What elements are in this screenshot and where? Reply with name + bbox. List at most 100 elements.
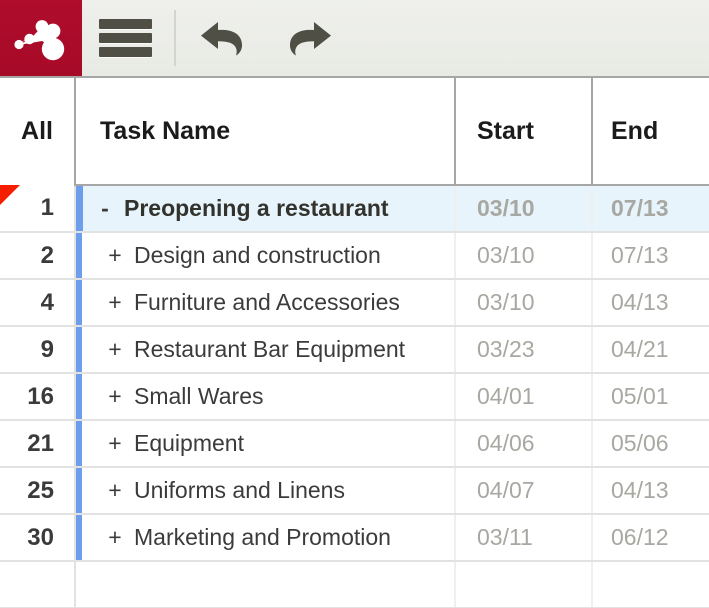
table-row[interactable]: 9 + Restaurant Bar Equipment 03/23 04/21: [0, 326, 709, 374]
row-number-cell[interactable]: 30: [0, 514, 76, 562]
end-date-cell[interactable]: 05/01: [592, 373, 709, 421]
row-indicator-bar: [76, 186, 83, 231]
start-date-cell[interactable]: 04/07: [455, 467, 593, 515]
task-name-content: + Design and construction: [76, 233, 454, 278]
redo-icon: [289, 22, 331, 56]
task-name-label: Marketing and Promotion: [134, 524, 391, 550]
task-name-cell[interactable]: + Restaurant Bar Equipment: [75, 326, 456, 374]
menu-button[interactable]: [82, 0, 168, 76]
end-date-cell[interactable]: 06/12: [592, 514, 709, 562]
task-name-content: + Furniture and Accessories: [76, 280, 454, 325]
column-header-task-name[interactable]: Task Name: [75, 78, 456, 186]
end-date-cell: [592, 561, 709, 608]
start-date-cell[interactable]: 04/01: [455, 373, 593, 421]
end-date-cell[interactable]: 04/21: [592, 326, 709, 374]
row-number-cell[interactable]: 2: [0, 232, 76, 280]
row-number-label: 1: [40, 194, 54, 221]
task-table: All Task Name Start End 1 - Preopening a r…: [0, 78, 709, 608]
start-date-cell[interactable]: 03/11: [455, 514, 593, 562]
start-date-cell: [455, 561, 593, 608]
task-name-label: Preopening a restaurant: [124, 195, 389, 221]
expand-toggle-icon[interactable]: +: [104, 477, 126, 504]
expand-toggle-icon[interactable]: +: [104, 524, 126, 551]
row-number-cell[interactable]: 9: [0, 326, 76, 374]
toolbar-actions: [82, 0, 709, 76]
header-row: All Task Name Start End: [0, 78, 709, 186]
column-header-all[interactable]: All: [0, 78, 76, 185]
table-row[interactable]: 25 + Uniforms and Linens 04/07 04/13: [0, 467, 709, 515]
task-name-cell[interactable]: + Furniture and Accessories: [75, 279, 456, 327]
undo-button[interactable]: [182, 0, 266, 76]
table-row[interactable]: 30 + Marketing and Promotion 03/11 06/12: [0, 514, 709, 562]
task-name-cell[interactable]: + Design and construction: [75, 232, 456, 280]
task-name-cell: [75, 561, 456, 608]
start-date-cell[interactable]: 04/06: [455, 420, 593, 468]
table-header: All Task Name Start End: [0, 78, 709, 186]
start-date-cell[interactable]: 03/10: [455, 279, 593, 327]
row-indicator-bar: [76, 233, 82, 278]
row-indicator-bar: [76, 280, 82, 325]
task-name-content: + Marketing and Promotion: [76, 515, 454, 560]
task-name-content: + Small Wares: [76, 374, 454, 419]
task-name-cell[interactable]: + Small Wares: [75, 373, 456, 421]
row-number-cell[interactable]: 21: [0, 420, 76, 468]
table-row[interactable]: 16 + Small Wares 04/01 05/01: [0, 373, 709, 421]
task-name-cell[interactable]: - Preopening a restaurant: [75, 185, 456, 233]
task-name-content: [76, 562, 454, 607]
expand-toggle-icon[interactable]: +: [104, 289, 126, 316]
app-toolbar: [0, 0, 709, 78]
start-date-cell[interactable]: 03/23: [455, 326, 593, 374]
end-date-cell[interactable]: 07/13: [592, 232, 709, 280]
app-logo[interactable]: [0, 0, 82, 76]
start-date-cell[interactable]: 03/10: [455, 232, 593, 280]
hamburger-icon: [98, 19, 152, 57]
gantt-app-window: All Task Name Start End 1 - Preopening a r…: [0, 0, 709, 608]
row-number-cell[interactable]: 16: [0, 373, 76, 421]
task-name-cell[interactable]: + Marketing and Promotion: [75, 514, 456, 562]
task-name-content: + Uniforms and Linens: [76, 468, 454, 513]
task-name-label: Restaurant Bar Equipment: [134, 336, 406, 362]
task-grid: All Task Name Start End 1 - Preopening a r…: [0, 78, 709, 608]
task-name-cell[interactable]: + Equipment: [75, 420, 456, 468]
redo-button[interactable]: [266, 0, 350, 76]
collapse-toggle-icon[interactable]: -: [94, 195, 116, 222]
row-number-cell[interactable]: 25: [0, 467, 76, 515]
table-row[interactable]: 21 + Equipment 04/06 05/06: [0, 420, 709, 468]
row-number-label: 25: [27, 476, 54, 504]
task-name-cell[interactable]: + Uniforms and Linens: [75, 467, 456, 515]
end-date-cell[interactable]: 05/06: [592, 420, 709, 468]
row-indicator-bar: [76, 468, 82, 513]
task-name-label: Small Wares: [134, 383, 264, 409]
toolbar-divider: [174, 10, 176, 66]
column-header-start[interactable]: Start: [455, 78, 593, 186]
expand-toggle-icon[interactable]: +: [104, 242, 126, 269]
expand-toggle-icon[interactable]: +: [104, 430, 126, 457]
undo-icon: [201, 22, 243, 56]
table-row[interactable]: 4 + Furniture and Accessories 03/10 04/13: [0, 279, 709, 327]
end-date-cell[interactable]: 07/13: [592, 185, 709, 233]
table-row[interactable]: 2 + Design and construction 03/10 07/13: [0, 232, 709, 280]
row-number-cell[interactable]: 1: [0, 185, 76, 233]
start-date-cell[interactable]: 03/10: [455, 185, 593, 233]
expand-toggle-icon[interactable]: +: [104, 383, 126, 410]
row-number-cell[interactable]: 4: [0, 279, 76, 327]
row-marker-icon: [0, 185, 20, 205]
table-body: 1- Preopening a restaurant 03/10 07/13 2 + Des…: [0, 185, 709, 608]
row-indicator-bar: [76, 515, 82, 560]
row-indicator-bar: [76, 327, 82, 372]
end-date-cell[interactable]: 04/13: [592, 467, 709, 515]
row-number-cell: [0, 561, 76, 608]
task-name-content: + Equipment: [76, 421, 454, 466]
expand-toggle-icon[interactable]: +: [104, 336, 126, 363]
app-logo-icon: [14, 20, 65, 61]
column-header-end[interactable]: End: [592, 78, 709, 186]
row-indicator-bar: [76, 374, 82, 419]
end-date-cell[interactable]: 04/13: [592, 279, 709, 327]
task-name-content: - Preopening a restaurant: [76, 186, 454, 231]
row-number-label: 16: [27, 382, 54, 410]
task-name-label: Design and construction: [134, 242, 381, 268]
table-row-empty: [0, 561, 709, 608]
row-number-label: 30: [27, 523, 54, 551]
table-row[interactable]: 1- Preopening a restaurant 03/10 07/13: [0, 185, 709, 233]
row-number-label: 21: [27, 429, 54, 457]
